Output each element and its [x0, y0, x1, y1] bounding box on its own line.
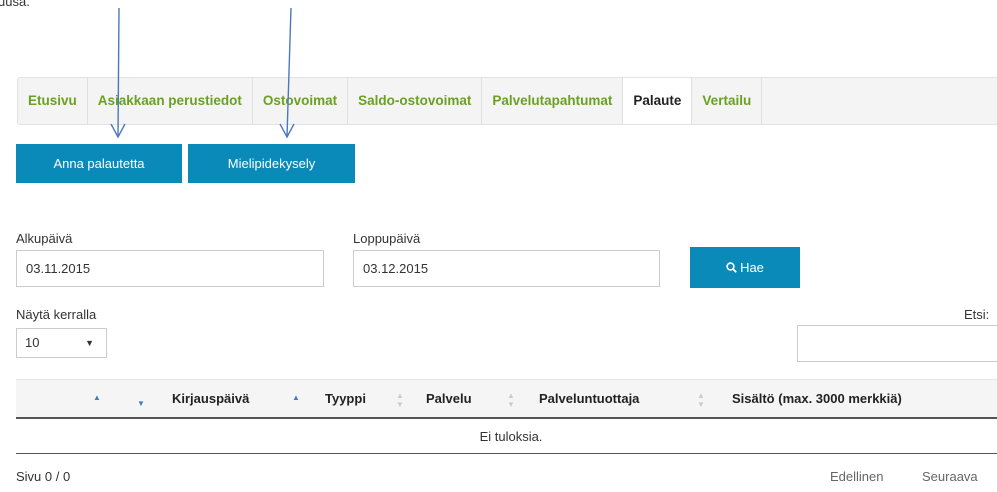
column-header-sisalto[interactable]: Sisältö (max. 3000 merkkiä) [732, 380, 902, 418]
tab-asiakkaan-perustiedot[interactable]: Asiakkaan perustiedot [88, 78, 253, 124]
page-info: Sivu 0 / 0 [16, 469, 71, 484]
column-header-tyyppi[interactable]: Tyyppi [325, 380, 366, 418]
search-input[interactable] [797, 325, 997, 362]
tab-bar: Etusivu Asiakkaan perustiedot Ostovoimat… [17, 77, 997, 125]
sort-both-icon[interactable]: ▲ ▼ [396, 391, 404, 409]
page-size-label: Näytä kerralla [16, 307, 97, 322]
caret-down-icon: ▼ [85, 338, 94, 348]
tab-etusivu[interactable]: Etusivu [18, 78, 88, 124]
search-icon [726, 248, 737, 289]
table-header: ▲ ▼ Kirjauspäivä ▲ Tyyppi ▲ ▼ Palvelu ▲ ▼ … [16, 379, 997, 419]
top-text-fragment: uusa. [0, 0, 30, 9]
sort-desc-icon[interactable]: ▼ [137, 399, 145, 408]
previous-page-button[interactable]: Edellinen [830, 469, 884, 484]
empty-message: Ei tuloksia. [479, 429, 543, 444]
tab-palvelutapahtumat[interactable]: Palvelutapahtumat [482, 78, 624, 124]
column-header-palvelu[interactable]: Palvelu [426, 380, 472, 418]
sort-both-icon[interactable]: ▲ ▼ [697, 391, 705, 409]
sort-both-icon[interactable]: ▲ ▼ [507, 391, 515, 409]
column-header-palveluntuottaja[interactable]: Palveluntuottaja [539, 380, 639, 418]
column-header-kirjauspaiva[interactable]: Kirjauspäivä [172, 380, 249, 418]
end-date-label: Loppupäivä [353, 231, 421, 246]
tab-palaute[interactable]: Palaute [623, 78, 693, 124]
start-date-input[interactable]: 03.11.2015 [16, 250, 324, 287]
start-date-label: Alkupäivä [16, 231, 73, 246]
search-button[interactable]: Hae [690, 247, 800, 288]
next-page-button[interactable]: Seuraava [922, 469, 978, 484]
sort-asc-icon[interactable]: ▲ [93, 393, 101, 402]
search-label: Etsi: [964, 307, 990, 322]
tab-vertailu[interactable]: Vertailu [692, 78, 763, 124]
end-date-input[interactable]: 03.12.2015 [353, 250, 660, 287]
sort-asc-icon[interactable]: ▲ [292, 393, 300, 402]
table-empty-row: Ei tuloksia. [16, 419, 997, 454]
survey-button[interactable]: Mielipidekysely [188, 144, 355, 183]
page-size-select[interactable]: 10 ▼ [16, 328, 107, 358]
search-button-label: Hae [740, 260, 764, 275]
tab-saldo-ostovoimat[interactable]: Saldo-ostovoimat [348, 78, 483, 124]
give-feedback-button[interactable]: Anna palautetta [16, 144, 182, 183]
page-size-value: 10 [25, 335, 40, 350]
tab-ostovoimat[interactable]: Ostovoimat [253, 78, 349, 124]
